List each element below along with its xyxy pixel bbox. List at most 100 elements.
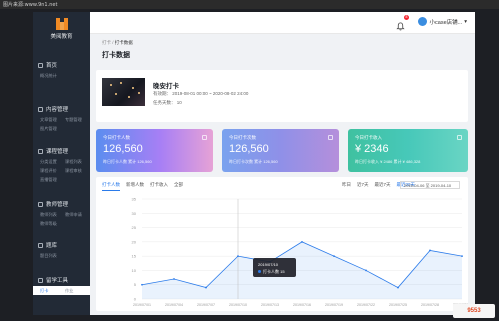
info-icon	[457, 135, 462, 140]
username: 小case店铺...	[429, 19, 463, 26]
menu-icon	[38, 107, 43, 112]
nav-group: 首页 概况统计	[33, 61, 90, 80]
event-card: 晚安打卡 有效期： 2019-08-01 00:00 ~ 2020-08-02 …	[96, 70, 468, 122]
nav-group-label: 留学工具	[46, 278, 69, 284]
nav-group-label: 首页	[46, 63, 58, 69]
tooltip-date: 2019/07/10	[258, 262, 279, 267]
x-tick-label: 2019/07/01	[133, 303, 151, 307]
menu-icon	[38, 63, 43, 68]
chart-tooltip: 2019/07/10 打卡人数 15	[253, 258, 296, 277]
sidebar-item[interactable]: 直播管理	[40, 175, 65, 184]
sidebar-item	[65, 71, 90, 80]
bell-icon[interactable]: 8	[396, 15, 409, 31]
nav-row: 课程评价 课程审核	[33, 166, 90, 175]
sidebar-item[interactable]: 教师列表	[40, 210, 65, 219]
area-chart: 0 5 10 15 20 25 30 35 2019/07/01 2019/07/04 2019/0…	[132, 197, 468, 308]
stat-card-checkin-income: 今日打卡收入 ¥ 2346 昨日打卡收入 ¥ 2486 累计 ¥ 486,328	[348, 129, 468, 172]
sidebar-item[interactable]: 文章管理	[40, 115, 65, 124]
sidebar-item	[65, 219, 90, 228]
nav-group: 留学工具打卡 作业	[33, 276, 90, 295]
y-tick-label: 0	[134, 297, 137, 302]
stat-sub: 昨日打卡次数 累计 126,560	[229, 159, 278, 164]
sidebar-item[interactable]: 题目列表	[40, 251, 65, 260]
menu-icon	[38, 243, 43, 248]
stat-label: 今日打卡次数	[229, 135, 256, 140]
x-tick-label: 2019/07/28	[421, 303, 439, 307]
sidebar-item	[65, 175, 90, 184]
event-days: 任务天数： 10	[153, 100, 182, 105]
x-tick-label: 2019/07/16	[293, 303, 311, 307]
nav-group: 教师管理教师列表 教师申请 教师等级	[33, 200, 90, 228]
sidebar-item[interactable]: 图片管理	[40, 124, 65, 133]
nav-row: 文章管理 专题管理	[33, 115, 90, 124]
data-point	[333, 255, 335, 258]
data-point	[173, 278, 175, 280]
breadcrumb: 打卡 / 打卡数据	[102, 40, 133, 46]
watermark-logo: 9553	[453, 304, 495, 318]
stat-sub: 昨日打卡人数 累计 126,560	[103, 159, 152, 164]
sidebar-item[interactable]: 教师申请	[65, 210, 90, 219]
stat-value: 126,560	[103, 143, 143, 155]
nav-group-head[interactable]: 内容管理	[33, 105, 90, 115]
data-point	[429, 249, 431, 252]
nav-group-head[interactable]: 留学工具	[33, 276, 90, 286]
tooltip-value-row: 打卡人数 15	[258, 269, 285, 275]
notification-badge: 8	[404, 15, 409, 20]
sidebar-item[interactable]: 专题管理	[65, 115, 90, 124]
info-icon	[328, 135, 333, 140]
y-tick-label: 35	[132, 197, 137, 202]
stat-label: 今日打卡收入	[355, 135, 382, 140]
sidebar-item[interactable]: 概况统计	[40, 71, 65, 80]
nav-row: 直播管理	[33, 175, 90, 184]
nav-group-label: 教师管理	[46, 202, 69, 208]
series-dot	[258, 270, 261, 273]
sidebar-item	[65, 251, 90, 260]
nav-group-head[interactable]: 首页	[33, 61, 90, 71]
nav-group-head[interactable]: 课程管理	[33, 147, 90, 157]
nav-group-label: 内容管理	[46, 107, 69, 113]
source-bar: 图片来源:www.9n1.net	[0, 0, 499, 9]
event-time: 有效期： 2019-08-01 00:00 ~ 2020-08-02 24:00	[153, 91, 249, 96]
nav-group: 题库 题目列表	[33, 241, 90, 260]
user-menu[interactable]: 小case店铺... ▾	[417, 17, 467, 26]
y-tick-label: 30	[132, 211, 137, 216]
y-tick-label: 10	[132, 268, 137, 273]
stat-value: ¥ 2346	[355, 143, 389, 155]
chevron-down-icon: ▾	[464, 18, 467, 25]
event-thumbnail	[102, 78, 145, 106]
data-point	[365, 269, 367, 272]
stat-card-checkin-people: 今日打卡人数 126,560 昨日打卡人数 累计 126,560	[96, 129, 213, 172]
x-tick-label: 2019/07/19	[325, 303, 343, 307]
sidebar-item[interactable]: 课程审核	[65, 166, 90, 175]
nav-group-head[interactable]: 教师管理	[33, 200, 90, 210]
x-tick-label: 2019/07/22	[357, 303, 375, 307]
nav-group-label: 课程管理	[46, 149, 69, 155]
sidebar-item[interactable]: 教师等级	[40, 219, 65, 228]
nav-row: 打卡 作业	[33, 286, 90, 295]
x-tick-label: 2019/07/25	[389, 303, 407, 307]
sidebar-item[interactable]: 打卡	[40, 286, 65, 295]
stat-sub: 昨日打卡收入 ¥ 2486 累计 ¥ 486,328	[355, 159, 421, 164]
stat-value: 126,560	[229, 143, 269, 155]
nav-row: 题目列表	[33, 251, 90, 260]
sidebar: 美阅教育 首页概况统计内容管理文章管理 专题管理 图片管理课程管理分类设置 课程列表课…	[33, 12, 90, 315]
logo-text: 美阅教育	[50, 34, 73, 40]
sidebar-item[interactable]: 课程列表	[65, 157, 90, 166]
menu-icon	[38, 149, 43, 154]
x-tick-label: 2019/07/07	[197, 303, 215, 307]
data-point	[141, 283, 143, 286]
y-tick-label: 25	[132, 225, 137, 230]
logo: 美阅教育	[33, 18, 90, 40]
sidebar-item	[65, 124, 90, 133]
sidebar-item[interactable]: 作业	[65, 286, 90, 295]
nav-group-label: 题库	[46, 243, 58, 249]
breadcrumb-parent[interactable]: 打卡	[102, 40, 111, 45]
avatar	[417, 17, 427, 26]
nav-group-head[interactable]: 题库	[33, 241, 90, 251]
breadcrumb-separator: /	[112, 40, 114, 45]
x-tick-label: 2019/07/10	[229, 303, 247, 307]
x-tick-label: 2019/07/13	[261, 303, 279, 307]
sidebar-item[interactable]: 分类设置	[40, 157, 65, 166]
sidebar-item[interactable]: 课程评价	[40, 166, 65, 175]
tooltip-value: 打卡人数 15	[263, 269, 285, 274]
